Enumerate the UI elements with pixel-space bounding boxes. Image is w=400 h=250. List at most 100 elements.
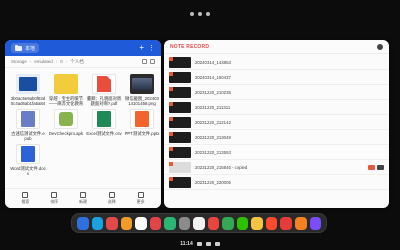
breadcrumb-separator: › <box>65 59 68 64</box>
add-icon[interactable]: + <box>139 44 144 52</box>
dual-icon[interactable] <box>106 216 118 230</box>
list-item[interactable]: 20231220_212142 <box>164 115 389 130</box>
music-icon[interactable] <box>309 216 322 230</box>
item-title: 20231220_210235 <box>195 89 231 95</box>
breadcrumb-item[interactable]: emulated <box>34 59 53 64</box>
breadcrumb-item[interactable]: Storage <box>11 59 27 64</box>
storage-tab-label: 本地 <box>25 45 36 52</box>
item-title: 20231220_212142 <box>195 119 231 125</box>
more-button[interactable]: 更多 <box>137 192 145 205</box>
breadcrumb: Storage › emulated › 0 › 个人档 <box>5 56 161 68</box>
file-item[interactable]: PPT测试文件.pptx <box>124 109 160 141</box>
pdf-file-icon <box>92 74 116 94</box>
file-item[interactable]: DevCheckpro.apk <box>48 109 84 141</box>
media-icon[interactable] <box>294 216 307 230</box>
docx-file-icon <box>16 144 40 164</box>
sort-button[interactable]: 排序 <box>50 192 58 205</box>
video-thumbnail <box>169 161 191 173</box>
video-thumbnail <box>169 116 191 128</box>
item-title: 20240314_143853 <box>195 59 231 65</box>
clock: 11:14 <box>180 241 193 247</box>
sort-icon <box>51 192 58 198</box>
file-manager-window[interactable]: 本地 + ⋮ Storage › emulated › 0 › 个人档 3b0a… <box>5 40 161 208</box>
file-item[interactable]: 微信截图_20240314101458.png <box>124 74 160 106</box>
photos-icon[interactable] <box>120 216 133 230</box>
breadcrumb-separator: › <box>55 59 58 64</box>
folder-icon <box>15 44 22 51</box>
file-item[interactable]: 古迷信测试文件.epub <box>10 109 46 141</box>
item-title: 20231220_215845 - copied <box>195 164 248 170</box>
battery-icon <box>205 242 211 246</box>
notes-icon[interactable] <box>251 216 263 230</box>
item-title: 20231220_211311 <box>195 104 231 110</box>
clock-icon[interactable] <box>193 216 205 230</box>
list-item[interactable]: 20231220_213048 <box>164 130 389 145</box>
wps-icon[interactable] <box>280 216 292 230</box>
notes-window[interactable]: NOTE RECORD 20240314_143853 20240314_150… <box>164 40 389 208</box>
file-manager-toolbar: 搜索 排序 新建 选择 更多 <box>5 188 161 208</box>
file-item[interactable]: Excel测试文件.csv <box>86 109 122 141</box>
select-label: 选择 <box>107 199 116 204</box>
list-view-icon[interactable] <box>142 59 147 64</box>
file-name: Word测试文件.docx <box>10 166 46 176</box>
wifi-icon <box>196 242 202 246</box>
list-item[interactable]: 20240314_143853 <box>164 55 389 70</box>
green-app-icon[interactable] <box>164 216 176 230</box>
item-title: 20240314_150437 <box>195 74 231 80</box>
more-icon <box>137 192 144 198</box>
video-thumbnail <box>169 101 191 113</box>
storage-tab[interactable]: 本地 <box>11 43 40 53</box>
epub-file-icon <box>16 109 40 129</box>
notification-icon <box>214 242 220 246</box>
list-item[interactable]: 20231220_210235 <box>164 85 389 100</box>
app-store-icon[interactable] <box>207 216 220 230</box>
message-icon[interactable] <box>149 216 162 230</box>
camera-icon[interactable] <box>135 216 147 230</box>
file-item[interactable]: 董卿：礼貌面对周题面对啊?.pdf <box>86 74 122 106</box>
pptx-file-icon <box>130 109 154 129</box>
item-title: 20231220_213553 <box>195 149 231 155</box>
chrome-icon[interactable] <box>222 216 234 230</box>
list-item[interactable]: 20231220_215845 - copied <box>164 160 389 175</box>
list-item[interactable]: 20240314_150437 <box>164 70 389 85</box>
search-icon <box>22 192 29 198</box>
file-item[interactable]: 3b0ac5e9ab0f83d0c4ad6ab1fa5a84d9ec5a5... <box>10 74 46 106</box>
file-item[interactable]: 穿越 · 宝主的暖节——麻苏文化教育 <box>48 74 84 106</box>
file-name: DevCheckpro.apk <box>48 131 84 136</box>
file-item[interactable]: Word测试文件.docx <box>10 144 46 176</box>
record-icon[interactable] <box>368 164 375 170</box>
view-tools <box>142 59 155 64</box>
folder-file-icon <box>54 74 78 94</box>
video-thumbnail <box>169 86 191 98</box>
new-label: 新建 <box>78 199 87 204</box>
file-manager-header: 本地 + ⋮ <box>5 40 161 56</box>
grid-view-icon[interactable] <box>150 59 155 64</box>
settings-icon[interactable] <box>178 216 191 230</box>
file-name: 穿越 · 宝主的暖节——麻苏文化教育 <box>48 96 84 106</box>
browser-icon[interactable] <box>77 216 89 230</box>
more-icon[interactable]: ⋮ <box>148 45 155 52</box>
list-item[interactable]: 20231220_220005 <box>164 175 389 190</box>
status-bar: 11:14 <box>0 240 400 248</box>
breadcrumb-item[interactable]: 0 <box>60 59 63 64</box>
breadcrumb-separator: › <box>29 59 32 64</box>
list-item[interactable]: 20231220_211311 <box>164 100 389 115</box>
wechat-icon[interactable] <box>236 216 249 230</box>
bird-icon[interactable] <box>91 216 104 230</box>
item-title: 20231220_213048 <box>195 134 231 140</box>
new-button[interactable]: 新建 <box>79 192 87 205</box>
select-button[interactable]: 选择 <box>108 192 116 205</box>
notes-header: NOTE RECORD <box>164 40 389 54</box>
office-icon[interactable] <box>265 216 278 230</box>
apk-file-icon <box>54 109 78 129</box>
item-title: 20231220_220005 <box>195 179 231 185</box>
file-name: Excel测试文件.csv <box>86 131 122 136</box>
search-button[interactable]: 搜索 <box>21 192 29 205</box>
settings-icon[interactable] <box>377 43 383 50</box>
csv-file-icon <box>92 109 116 129</box>
file-grid: 3b0ac5e9ab0f83d0c4ad6ab1fa5a84d9ec5a5...… <box>5 68 161 176</box>
stop-icon[interactable] <box>377 164 384 170</box>
list-item[interactable]: 20231220_213553 <box>164 145 389 160</box>
breadcrumb-item[interactable]: 个人档 <box>70 59 84 65</box>
video-thumbnail <box>169 56 191 68</box>
